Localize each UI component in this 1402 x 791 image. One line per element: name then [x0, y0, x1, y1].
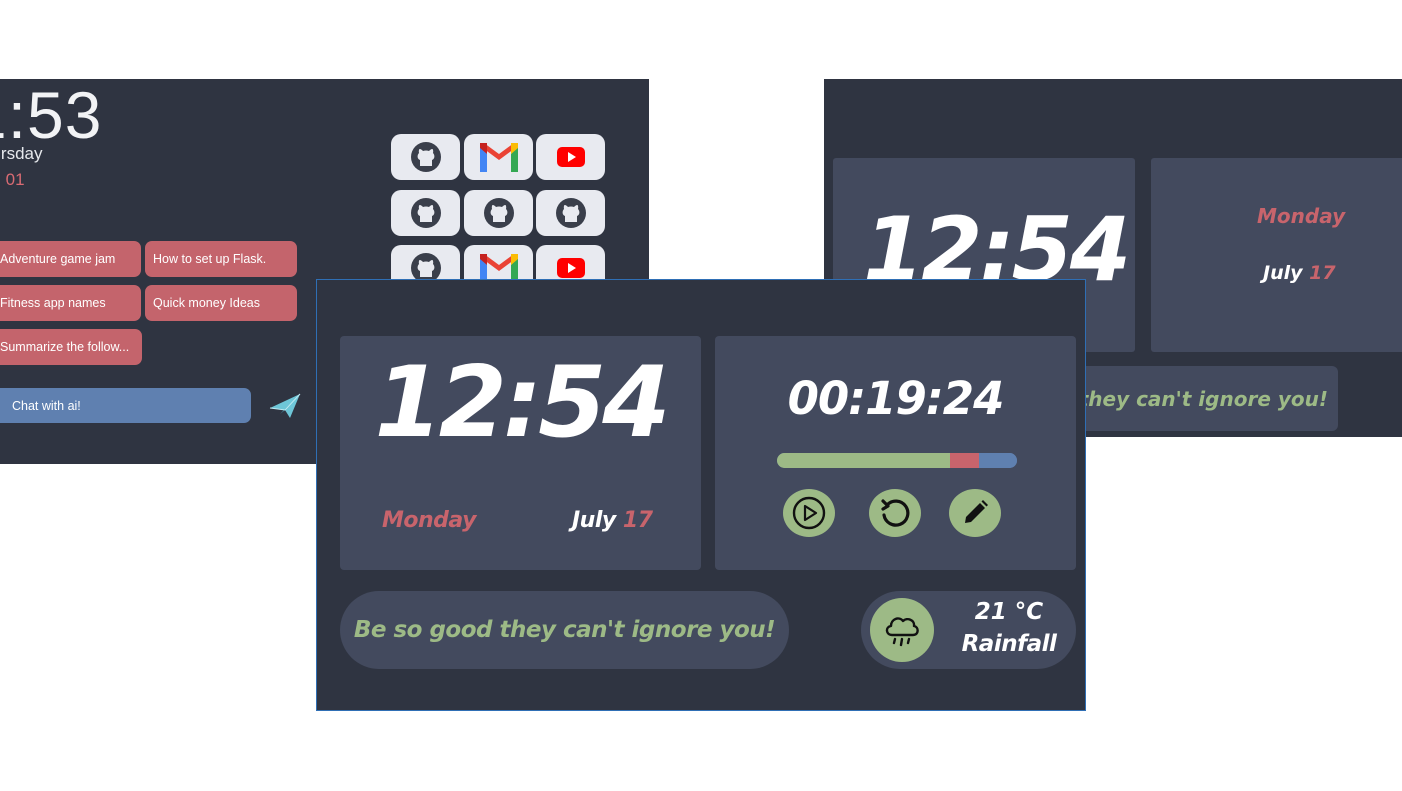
clock-time: 1:53	[0, 79, 103, 152]
reset-button[interactable]	[869, 489, 921, 537]
github-icon	[483, 198, 514, 228]
quote-banner: Be so good they can't ignore you!	[340, 591, 789, 669]
timer-display: 00:19:24	[787, 372, 1005, 425]
clock-day: hursday	[0, 144, 43, 163]
main-screenshot: 12:54 Monday July 17 00:19:24 Be so good…	[316, 279, 1086, 711]
chat-input[interactable]: Chat with ai!	[0, 388, 251, 423]
send-icon[interactable]	[268, 392, 302, 420]
progress-elapsed	[777, 453, 950, 468]
weather-condition: Rainfall	[961, 631, 1057, 657]
github-shortcut[interactable]	[536, 190, 605, 236]
rain-cloud-icon	[885, 617, 919, 647]
prompt-chip[interactable]: Adventure game jam	[0, 241, 141, 277]
play-button[interactable]	[783, 489, 835, 537]
clock-card: 12:54 Monday July 17	[340, 336, 701, 570]
gmail-icon	[479, 143, 518, 172]
day-label: Monday	[1257, 204, 1346, 228]
youtube-shortcut[interactable]	[536, 134, 605, 180]
timer-card: 00:19:24	[715, 336, 1076, 570]
github-shortcut[interactable]	[464, 190, 533, 236]
github-shortcut[interactable]	[391, 134, 460, 180]
edit-button[interactable]	[949, 489, 1001, 537]
date-label: July 17	[1263, 262, 1336, 284]
progress-overrun	[949, 453, 979, 468]
date-card: Monday July 17	[1151, 158, 1402, 352]
date-month: July	[572, 508, 616, 533]
clock-date: un 01	[0, 170, 25, 190]
weather-widget: 21 °C Rainfall	[861, 591, 1076, 669]
prompt-chip[interactable]: Fitness app names	[0, 285, 141, 321]
quote-banner: l they can't ignore you!	[1044, 366, 1338, 431]
date-month: un	[0, 170, 1, 189]
progress-remaining	[978, 453, 1017, 468]
youtube-icon	[556, 258, 585, 278]
prompt-chip[interactable]: Summarize the follow...	[0, 329, 142, 365]
clock-time: 12:54	[374, 346, 671, 460]
pencil-icon	[965, 500, 988, 523]
prompt-chip[interactable]: How to set up Flask.	[145, 241, 297, 277]
github-shortcut[interactable]	[391, 190, 460, 236]
date-number: 17	[1309, 262, 1336, 284]
weather-temperature: 21 °C	[974, 599, 1044, 625]
github-icon	[410, 198, 441, 228]
prompt-chip[interactable]: Quick money Ideas	[145, 285, 297, 321]
github-icon	[410, 142, 441, 172]
date-month: July	[1263, 262, 1303, 284]
reset-icon	[881, 499, 910, 527]
day-label: Monday	[382, 508, 476, 533]
date-number: 01	[5, 170, 25, 189]
gmail-shortcut[interactable]	[464, 134, 533, 180]
github-icon	[555, 198, 586, 228]
timer-progress-bar	[777, 453, 1017, 468]
date-label: July 17	[572, 508, 653, 533]
weather-icon-badge	[870, 598, 934, 662]
date-number: 17	[622, 508, 653, 533]
play-icon	[792, 496, 826, 530]
youtube-icon	[556, 147, 585, 167]
